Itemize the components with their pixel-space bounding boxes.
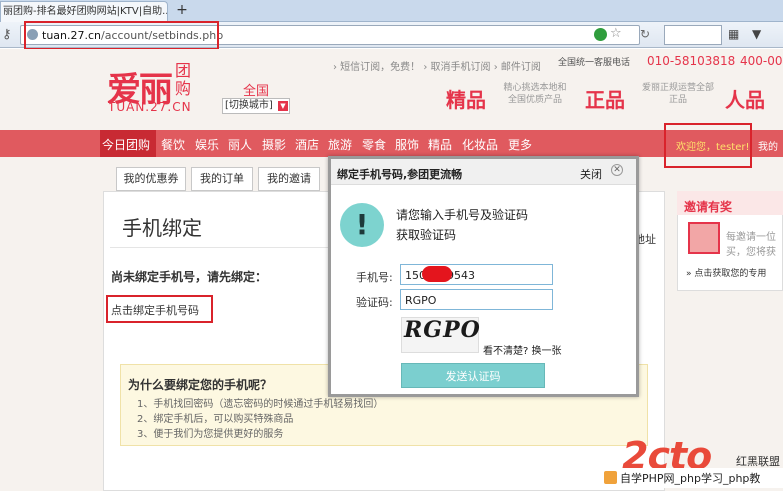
why-bind-item: 3、便于我们为您提供更好的服务	[137, 429, 284, 440]
nav-item-apparel[interactable]: 服饰	[395, 136, 419, 153]
nav-item-travel[interactable]: 旅游	[328, 136, 352, 153]
logo-domain: TUAN.27.CN	[108, 100, 192, 114]
invite-text: 每邀请一位	[726, 232, 776, 243]
chevron-down-icon: ▼	[278, 101, 288, 111]
why-bind-title: 为什么要绑定您的手机呢？	[128, 378, 273, 392]
logo-sub-bottom: 购	[175, 79, 192, 98]
subscription-links[interactable]: › 短信订阅，免费！ › 取消手机订阅 › 邮件订阅	[333, 58, 541, 73]
phone-label: 手机号:	[356, 271, 393, 284]
why-bind-item: 2、绑定手机后，可以购买特殊商品	[137, 414, 294, 425]
refresh-captcha-link[interactable]: 看不清楚? 换一张	[483, 342, 562, 357]
dialog-message: 请您输入手机号及验证码	[396, 208, 529, 222]
nav-item-entertainment[interactable]: 娱乐	[195, 136, 219, 153]
page-title: 手机绑定	[122, 216, 202, 240]
divider	[110, 247, 342, 248]
why-bind-item: 1、手机找回密码（遗忘密码的时候通过手机轻易找回）	[137, 399, 384, 410]
not-bound-notice: 尚未绑定手机号，请先绑定：	[111, 270, 268, 284]
nav-item-food[interactable]: 餐饮	[161, 136, 185, 153]
watermark-brand: 红黑联盟	[736, 455, 780, 468]
nav-item-photo[interactable]: 摄影	[262, 136, 286, 153]
hotline-label: 全国统一客服电话	[558, 58, 631, 68]
my-account-link[interactable]: 我的	[758, 138, 778, 153]
refresh-icon[interactable]: ↻	[640, 27, 650, 41]
dialog-message: 获取验证码	[396, 228, 457, 242]
go-icon[interactable]	[594, 28, 607, 41]
browser-search-box[interactable]	[664, 25, 722, 45]
new-tab-button[interactable]: +	[172, 2, 192, 20]
nav-item-boutique[interactable]: 精品	[428, 136, 452, 153]
dialog-title: 绑定手机号码,参团更流畅	[337, 168, 463, 181]
watermark-icon	[604, 471, 617, 484]
feature-note: 精心挑选本地和全国优质产品	[503, 83, 567, 105]
nav-item-more[interactable]: 更多	[508, 136, 532, 153]
hotline-number: 010-58103818	[647, 54, 736, 68]
nav-item-today[interactable]: 今日团购	[102, 136, 150, 153]
url-highlight-box	[24, 21, 219, 50]
nav-item-beauty[interactable]: 丽人	[228, 136, 252, 153]
close-icon[interactable]: ✕	[611, 164, 623, 176]
feature-title: 正品	[585, 88, 625, 112]
invite-text: 买，您将获	[726, 247, 776, 258]
city-switch-label: [切换城市]	[225, 100, 273, 111]
nav-item-cosmetics[interactable]: 化妆品	[462, 136, 498, 153]
captcha-text: RGPO	[404, 317, 481, 343]
city-switch-select[interactable]: [切换城市] ▼	[222, 98, 290, 114]
hotline-number-2: 400-00	[740, 54, 783, 68]
dialog-close-text[interactable]: 关闭	[580, 166, 602, 182]
feature-title: 人品	[725, 88, 765, 112]
current-city: 全国	[243, 84, 270, 99]
tab-orders[interactable]: 我的订单	[191, 167, 253, 191]
invite-title: 邀请有奖	[684, 200, 733, 214]
key-icon[interactable]: ⚷	[2, 27, 12, 42]
browser-tab[interactable]: 丽团购-排名最好团购网站|KTV|自助...	[0, 1, 168, 22]
send-code-button[interactable]: 发送认证码	[401, 363, 545, 388]
welcome-user[interactable]: 欢迎您，tester!	[676, 138, 749, 153]
invite-link[interactable]: » 点击获取您的专用	[686, 266, 766, 279]
feature-title: 精品	[446, 88, 486, 112]
watermark-text: 自学PHP网_php学习_php教	[620, 472, 761, 485]
redaction-mark	[422, 266, 452, 282]
bookmark-star-icon[interactable]: ☆	[610, 26, 622, 41]
bind-phone-link[interactable]: 点击绑定手机号码	[111, 302, 199, 318]
exclamation-icon: !	[340, 203, 384, 247]
tab-coupons[interactable]: 我的优惠券	[116, 167, 186, 191]
browser-tab-title: 丽团购-排名最好团购网站|KTV|自助...	[3, 6, 168, 17]
logo-sub-top: 团	[175, 61, 192, 80]
tools-icon[interactable]: ▦	[728, 27, 739, 41]
code-label: 验证码:	[356, 296, 393, 309]
gift-icon	[688, 222, 720, 254]
captcha-input-value[interactable]: RGPO	[405, 294, 436, 307]
nav-item-snacks[interactable]: 零食	[362, 136, 386, 153]
menu-icon[interactable]: ▼	[752, 27, 761, 41]
feature-note: 爱丽正规运营全部正品	[641, 83, 714, 105]
nav-item-hotel[interactable]: 酒店	[295, 136, 319, 153]
tab-invites[interactable]: 我的邀请	[258, 167, 320, 191]
